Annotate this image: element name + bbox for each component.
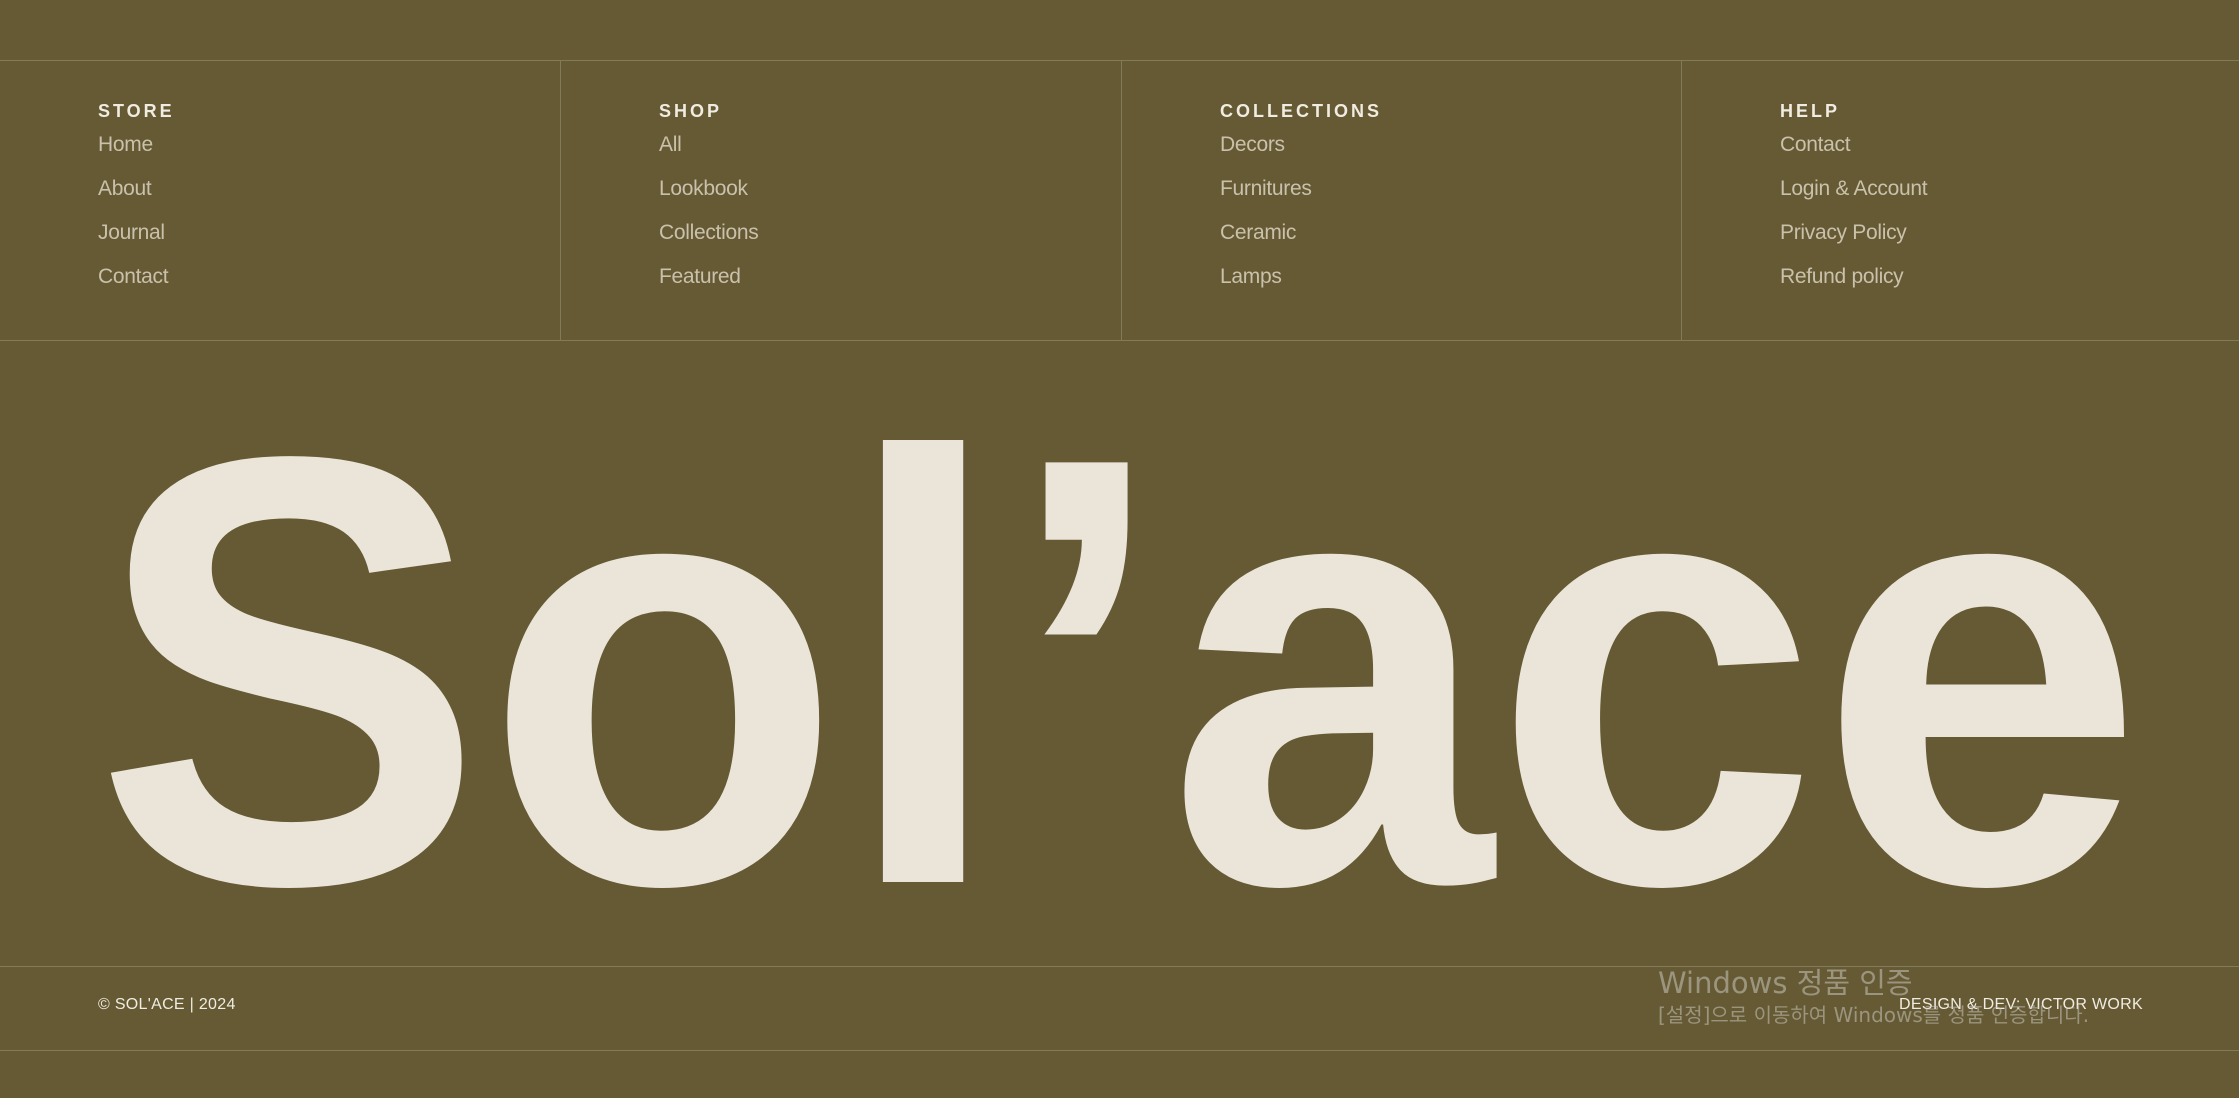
- column-divider-1: [560, 60, 561, 340]
- nav-link-about[interactable]: About: [98, 177, 152, 200]
- column-divider-2: [1121, 60, 1122, 340]
- column-heading: STORE: [98, 101, 175, 121]
- link-list: All Lookbook Collections Featured: [659, 127, 759, 303]
- nav-link-ceramic[interactable]: Ceramic: [1220, 221, 1296, 244]
- brand-wordmark: Sol’ace: [94, 380, 2144, 920]
- footer-bottom-divider: [0, 1050, 2239, 1051]
- nav-link-privacy-policy[interactable]: Privacy Policy: [1780, 221, 1907, 244]
- nav-column-shop: SHOP All Lookbook Collections Featured: [659, 100, 759, 303]
- link-list: Contact Login & Account Privacy Policy R…: [1780, 127, 1928, 303]
- link-list: Decors Furnitures Ceramic Lamps: [1220, 127, 1382, 303]
- column-divider-3: [1681, 60, 1682, 340]
- nav-column-collections: COLLECTIONS Decors Furnitures Ceramic La…: [1220, 100, 1382, 303]
- top-divider: [0, 60, 2239, 61]
- nav-link-help-contact[interactable]: Contact: [1780, 133, 1851, 156]
- windows-activation-watermark: Windows 정품 인증 [설정]으로 이동하여 Windows를 정품 인증…: [1658, 965, 2089, 1029]
- link-list: Home About Journal Contact: [98, 127, 175, 303]
- nav-column-help: HELP Contact Login & Account Privacy Pol…: [1780, 100, 1928, 303]
- column-heading: COLLECTIONS: [1220, 101, 1382, 121]
- nav-link-contact[interactable]: Contact: [98, 265, 169, 288]
- nav-link-collections[interactable]: Collections: [659, 221, 759, 244]
- windows-activation-title: Windows 정품 인증: [1658, 966, 1913, 1000]
- nav-link-furnitures[interactable]: Furnitures: [1220, 177, 1312, 200]
- nav-link-journal[interactable]: Journal: [98, 221, 165, 244]
- nav-link-all[interactable]: All: [659, 133, 682, 156]
- nav-link-home[interactable]: Home: [98, 133, 153, 156]
- windows-activation-subtitle: [설정]으로 이동하여 Windows를 정품 인증합니다.: [1658, 1003, 2090, 1027]
- nav-column-store: STORE Home About Journal Contact: [98, 100, 175, 303]
- nav-link-featured[interactable]: Featured: [659, 265, 741, 288]
- column-heading: SHOP: [659, 101, 723, 121]
- nav-link-decors[interactable]: Decors: [1220, 133, 1285, 156]
- copyright-text: © SOL'ACE | 2024: [98, 996, 236, 1013]
- nav-link-refund-policy[interactable]: Refund policy: [1780, 265, 1904, 288]
- nav-link-lamps[interactable]: Lamps: [1220, 265, 1282, 288]
- nav-link-login-account[interactable]: Login & Account: [1780, 177, 1928, 200]
- nav-bottom-divider: [0, 340, 2239, 341]
- column-heading: HELP: [1780, 101, 1841, 121]
- nav-link-lookbook[interactable]: Lookbook: [659, 177, 748, 200]
- brand-wordmark-text: Sol’ace: [94, 380, 2144, 920]
